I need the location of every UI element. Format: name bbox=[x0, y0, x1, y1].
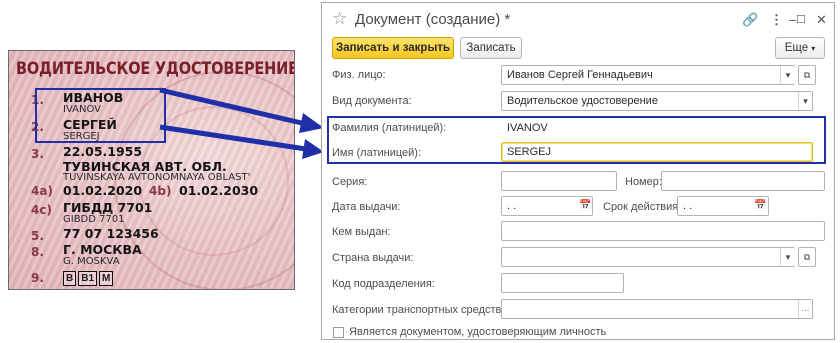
doc-type-label: Вид документа: bbox=[332, 95, 412, 107]
title-bar: ☆ Документ (создание) * 🔗 ⋮ – ☐ ✕ bbox=[322, 3, 834, 35]
vehicle-cats-select-button[interactable]: … bbox=[798, 300, 812, 318]
country-open-icon[interactable]: ⧉ bbox=[798, 247, 816, 267]
number-label: Номер: bbox=[625, 176, 662, 188]
person-dropdown-button[interactable]: ▾ bbox=[780, 66, 795, 84]
dept-code-input[interactable] bbox=[501, 273, 624, 293]
document-form-window: ☆ Документ (создание) * 🔗 ⋮ – ☐ ✕ Записа… bbox=[321, 2, 835, 340]
country-dropdown-icon[interactable]: ▾ bbox=[780, 248, 795, 266]
series-label: Серия: bbox=[332, 176, 368, 188]
person-open-icon[interactable]: ⧉ bbox=[798, 65, 816, 85]
favorite-star-icon[interactable]: ☆ bbox=[332, 9, 347, 29]
person-label: Физ. лицо: bbox=[332, 69, 386, 81]
save-and-close-button[interactable]: Записать и закрыть bbox=[332, 37, 454, 59]
name-latin-input[interactable]: SERGEJ bbox=[501, 142, 813, 162]
country-input[interactable] bbox=[501, 247, 795, 267]
surname-latin-label: Фамилия (латиницей): bbox=[332, 122, 447, 134]
vehicle-cats-label: Категории транспортных средств: bbox=[332, 304, 505, 316]
more-vertical-icon[interactable]: ⋮ bbox=[770, 12, 783, 28]
save-button[interactable]: Записать bbox=[460, 37, 522, 59]
doc-type-dropdown-icon[interactable]: ▾ bbox=[798, 92, 812, 110]
issued-by-input[interactable] bbox=[501, 221, 825, 241]
identity-doc-checkbox[interactable] bbox=[333, 327, 344, 338]
close-icon[interactable]: ✕ bbox=[816, 12, 827, 28]
dept-code-label: Код подразделения: bbox=[332, 278, 435, 290]
arrow-surname bbox=[159, 87, 324, 133]
window-title: Документ (создание) * bbox=[355, 11, 511, 28]
chevron-down-icon: ▾ bbox=[811, 44, 816, 53]
surname-latin-input[interactable]: IVANOV bbox=[501, 118, 813, 138]
link-icon[interactable]: 🔗 bbox=[742, 12, 758, 28]
identity-doc-label: Является документом, удостоверяющим личн… bbox=[349, 326, 607, 338]
valid-until-label: Срок действия: bbox=[603, 201, 682, 213]
series-input[interactable] bbox=[501, 171, 617, 191]
restore-icon[interactable]: ☐ bbox=[796, 13, 806, 26]
toolbar: Записать и закрыть Записать Еще ▾ bbox=[322, 36, 834, 62]
doc-type-select[interactable]: Водительское удостоверение bbox=[501, 91, 813, 111]
more-button[interactable]: Еще ▾ bbox=[775, 37, 825, 59]
person-input[interactable]: Иванов Сергей Геннадьевич bbox=[501, 65, 795, 85]
valid-until-calendar-icon[interactable]: 📅 bbox=[753, 197, 768, 215]
number-input[interactable] bbox=[661, 171, 825, 191]
name-latin-label: Имя (латиницей): bbox=[332, 147, 421, 159]
issue-date-calendar-icon[interactable]: 📅 bbox=[578, 197, 593, 215]
issued-by-label: Кем выдан: bbox=[332, 226, 391, 238]
country-label: Страна выдачи: bbox=[332, 252, 414, 264]
vehicle-cats-input[interactable] bbox=[501, 299, 813, 319]
issue-date-label: Дата выдачи: bbox=[332, 201, 401, 213]
